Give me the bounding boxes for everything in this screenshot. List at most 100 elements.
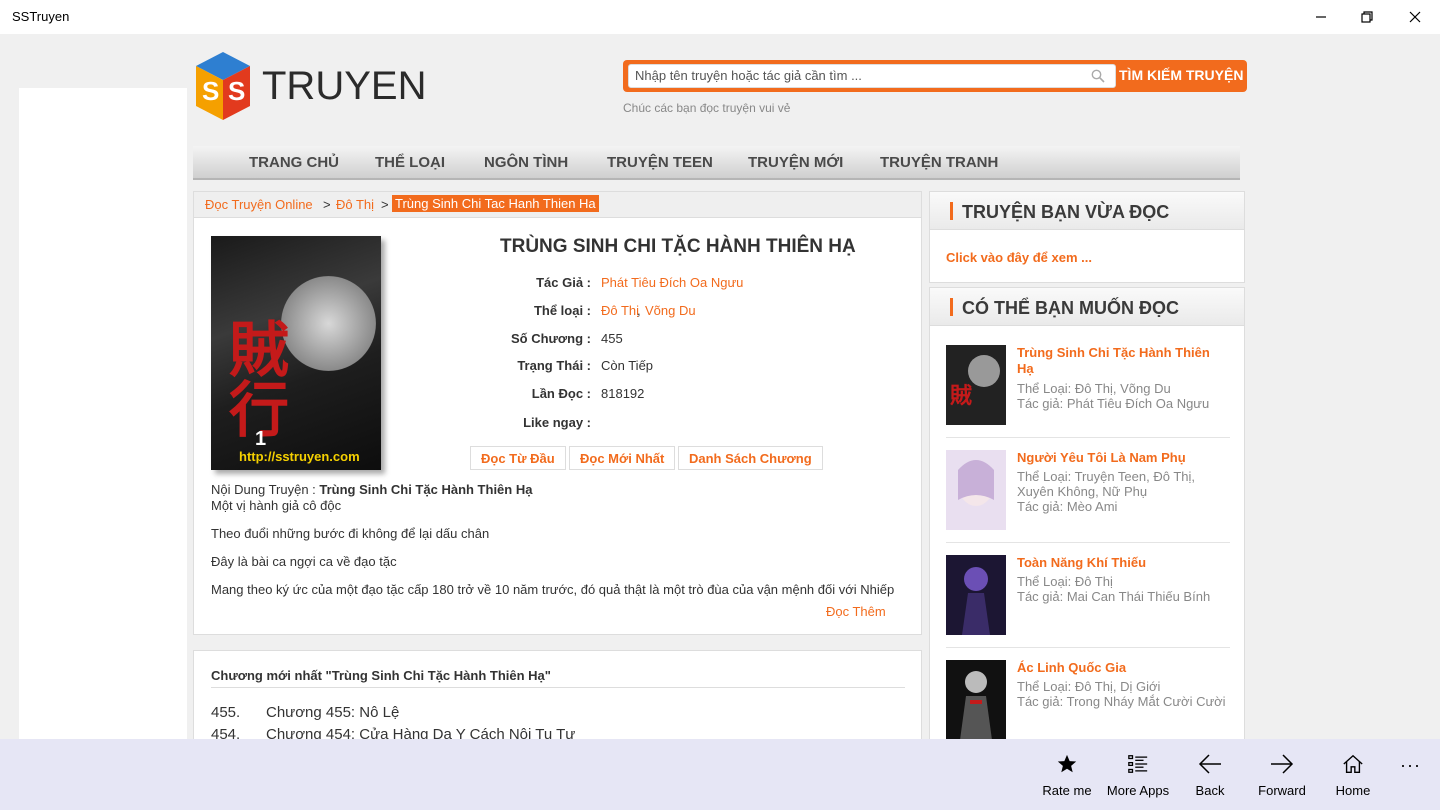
read-first-button[interactable]: Đọc Từ Đầu xyxy=(470,446,566,470)
divider xyxy=(946,542,1230,543)
nav-item-genres[interactable]: THỂ LOẠI xyxy=(375,154,445,171)
chapter-number: 455. xyxy=(211,704,241,721)
nav-item-comics[interactable]: TRUYỆN TRANH xyxy=(880,154,998,171)
chapter-list-button[interactable]: Danh Sách Chương xyxy=(678,446,823,470)
breadcrumb-separator: > xyxy=(381,197,389,212)
description-line: Theo đuổi những bước đi không để lại dấu… xyxy=(211,526,490,541)
genre-link[interactable]: Đô Thị xyxy=(601,303,639,318)
more-apps-label: More Apps xyxy=(1106,783,1170,798)
chapter-number: 454. xyxy=(211,726,241,739)
search-icon[interactable] xyxy=(1091,69,1105,83)
star-icon xyxy=(1057,754,1077,773)
nav-item-teen[interactable]: TRUYỆN TEEN xyxy=(607,154,713,171)
book-thumbnail xyxy=(946,450,1006,530)
window-title: SSTruyen xyxy=(12,9,70,24)
more-apps-button[interactable]: More Apps xyxy=(1102,739,1174,803)
rate-me-label: Rate me xyxy=(1042,783,1092,798)
search-button[interactable]: TÌM KIẾM TRUYỆN xyxy=(1119,67,1243,83)
description-line: Đây là bài ca ngợi ca về đạo tặc xyxy=(211,554,397,569)
suggestion-item[interactable]: Người Yêu Tôi Là Nam Phụ Thể Loại: Truyệ… xyxy=(946,450,1230,532)
header-accent xyxy=(950,298,953,316)
description-prefix: Nội Dung Truyện : xyxy=(211,482,320,497)
home-label: Home xyxy=(1335,783,1371,798)
tagline: Chúc các bạn đọc truyện vui vẻ xyxy=(623,101,791,115)
breadcrumb-home[interactable]: Đọc Truyện Online xyxy=(205,197,313,212)
nav-item-romance[interactable]: NGÔN TÌNH xyxy=(484,154,568,171)
list-icon xyxy=(1128,755,1148,773)
suggestion-title[interactable]: Trùng Sinh Chi Tặc Hành Thiên Hạ xyxy=(1017,345,1229,377)
logo-cube-icon: S S xyxy=(196,52,250,120)
breadcrumb: Đọc Truyện Online > Đô Thị > Trùng Sinh … xyxy=(194,192,921,218)
divider xyxy=(211,687,905,688)
suggestion-genre: Thể Loại: Đô Thị, Dị Giới xyxy=(1017,679,1161,694)
suggestion-genre: Thể Loại: Đô Thị, Võng Du xyxy=(1017,381,1171,396)
minimize-button[interactable] xyxy=(1298,0,1344,34)
author-label: Tác Giả : xyxy=(536,275,591,290)
cover-moon xyxy=(281,276,376,371)
genre-link[interactable]: Võng Du xyxy=(645,303,696,318)
svg-text:S: S xyxy=(202,76,219,106)
cover-art: 賊行 xyxy=(229,316,289,446)
suggestion-title[interactable]: Toàn Năng Khí Thiếu xyxy=(1017,555,1229,571)
reads-count: 818192 xyxy=(601,386,645,401)
suggestion-title[interactable]: Ác Linh Quốc Gia xyxy=(1017,660,1229,676)
forward-label: Forward xyxy=(1258,783,1306,798)
suggestion-item[interactable]: 賊 Trùng Sinh Chi Tặc Hành Thiên Hạ Thể L… xyxy=(946,345,1230,427)
arrow-left-icon xyxy=(1198,754,1221,774)
chapter-link[interactable]: Chương 455: Nô Lệ xyxy=(266,704,399,721)
recently-read-link[interactable]: Click vào đây để xem ... xyxy=(946,250,1092,265)
suggestion-author: Tác giả: Phát Tiêu Đích Oa Ngưu xyxy=(1017,396,1210,411)
chapter-link[interactable]: Chương 454: Cửa Hàng Da Y Cách Nội Tu Tư xyxy=(266,726,575,739)
suggestion-title[interactable]: Người Yêu Tôi Là Nam Phụ xyxy=(1017,450,1229,466)
chapters-count: 455 xyxy=(601,331,623,346)
read-more-link[interactable]: Đọc Thêm xyxy=(826,604,886,619)
description-title: Nội Dung Truyện : Trùng Sinh Chi Tặc Hàn… xyxy=(211,482,532,497)
more-options-icon[interactable]: ··· xyxy=(1400,755,1421,776)
cover-volume: 1 xyxy=(255,428,267,450)
search-bar: Nhập tên truyện hoặc tác giả cần tìm ...… xyxy=(623,60,1247,92)
title-bar: SSTruyen xyxy=(0,0,1440,34)
home-button[interactable]: Home xyxy=(1317,739,1389,803)
forward-button[interactable]: Forward xyxy=(1246,739,1318,803)
suggestion-author: Tác giả: Trong Nháy Mắt Cười Cười xyxy=(1017,694,1226,709)
nav-item-home[interactable]: TRANG CHỦ xyxy=(249,154,339,171)
back-label: Back xyxy=(1195,783,1225,798)
description-book-title: Trùng Sinh Chi Tặc Hành Thiên Hạ xyxy=(319,482,533,497)
book-title: TRÙNG SINH CHI TẶC HÀNH THIÊN HẠ xyxy=(500,236,856,257)
back-button[interactable]: Back xyxy=(1174,739,1246,803)
close-button[interactable] xyxy=(1392,0,1438,34)
suggestion-item[interactable]: Toàn Năng Khí Thiếu Thể Loại: Đô Thị Tác… xyxy=(946,555,1230,637)
book-thumbnail: 賊 xyxy=(946,345,1006,425)
breadcrumb-category[interactable]: Đô Thị xyxy=(336,197,374,212)
divider xyxy=(946,647,1230,648)
svg-text:S: S xyxy=(228,76,245,106)
suggestion-author: Tác giả: Mèo Ami xyxy=(1017,499,1118,514)
book-thumbnail xyxy=(946,555,1006,635)
close-icon xyxy=(1409,11,1421,23)
recently-read-box: TRUYỆN BẠN VỪA ĐỌC Click vào đây để xem … xyxy=(929,191,1245,283)
restore-button[interactable] xyxy=(1344,0,1390,34)
breadcrumb-separator: > xyxy=(323,197,331,212)
rate-me-button[interactable]: Rate me xyxy=(1031,739,1103,803)
suggestions-header: CÓ THỂ BẠN MUỐN ĐỌC xyxy=(930,288,1244,326)
app-bar: Rate me More Apps Back Forward Home ··· xyxy=(0,739,1440,810)
cover-url: http://sstruyen.com xyxy=(239,449,360,464)
svg-text:賊: 賊 xyxy=(950,383,972,409)
book-cover[interactable]: 賊行 1 http://sstruyen.com xyxy=(211,236,381,470)
genre-separator: , xyxy=(637,303,641,318)
arrow-right-icon xyxy=(1271,754,1294,774)
header-accent xyxy=(950,202,953,220)
suggestion-item[interactable]: Ác Linh Quốc Gia Thể Loại: Đô Thị, Dị Gi… xyxy=(946,660,1230,739)
suggestion-author: Tác giả: Mai Can Thái Thiếu Bính xyxy=(1017,589,1211,604)
book-detail-panel: Đọc Truyện Online > Đô Thị > Trùng Sinh … xyxy=(193,191,922,635)
logo-text: TRUYEN xyxy=(262,64,427,108)
read-latest-button[interactable]: Đọc Mới Nhất xyxy=(569,446,676,470)
nav-item-new[interactable]: TRUYỆN MỚI xyxy=(748,154,843,171)
author-link[interactable]: Phát Tiêu Đích Oa Ngưu xyxy=(601,275,743,290)
left-blank-area xyxy=(19,88,187,739)
site-logo[interactable]: S S TRUYEN xyxy=(192,50,426,122)
breadcrumb-current: Trùng Sinh Chi Tac Hanh Thien Ha xyxy=(392,195,599,212)
search-input[interactable]: Nhập tên truyện hoặc tác giả cần tìm ... xyxy=(628,64,1116,88)
recently-read-title: TRUYỆN BẠN VỪA ĐỌC xyxy=(962,202,1170,222)
chapters-label: Số Chương : xyxy=(510,331,591,346)
